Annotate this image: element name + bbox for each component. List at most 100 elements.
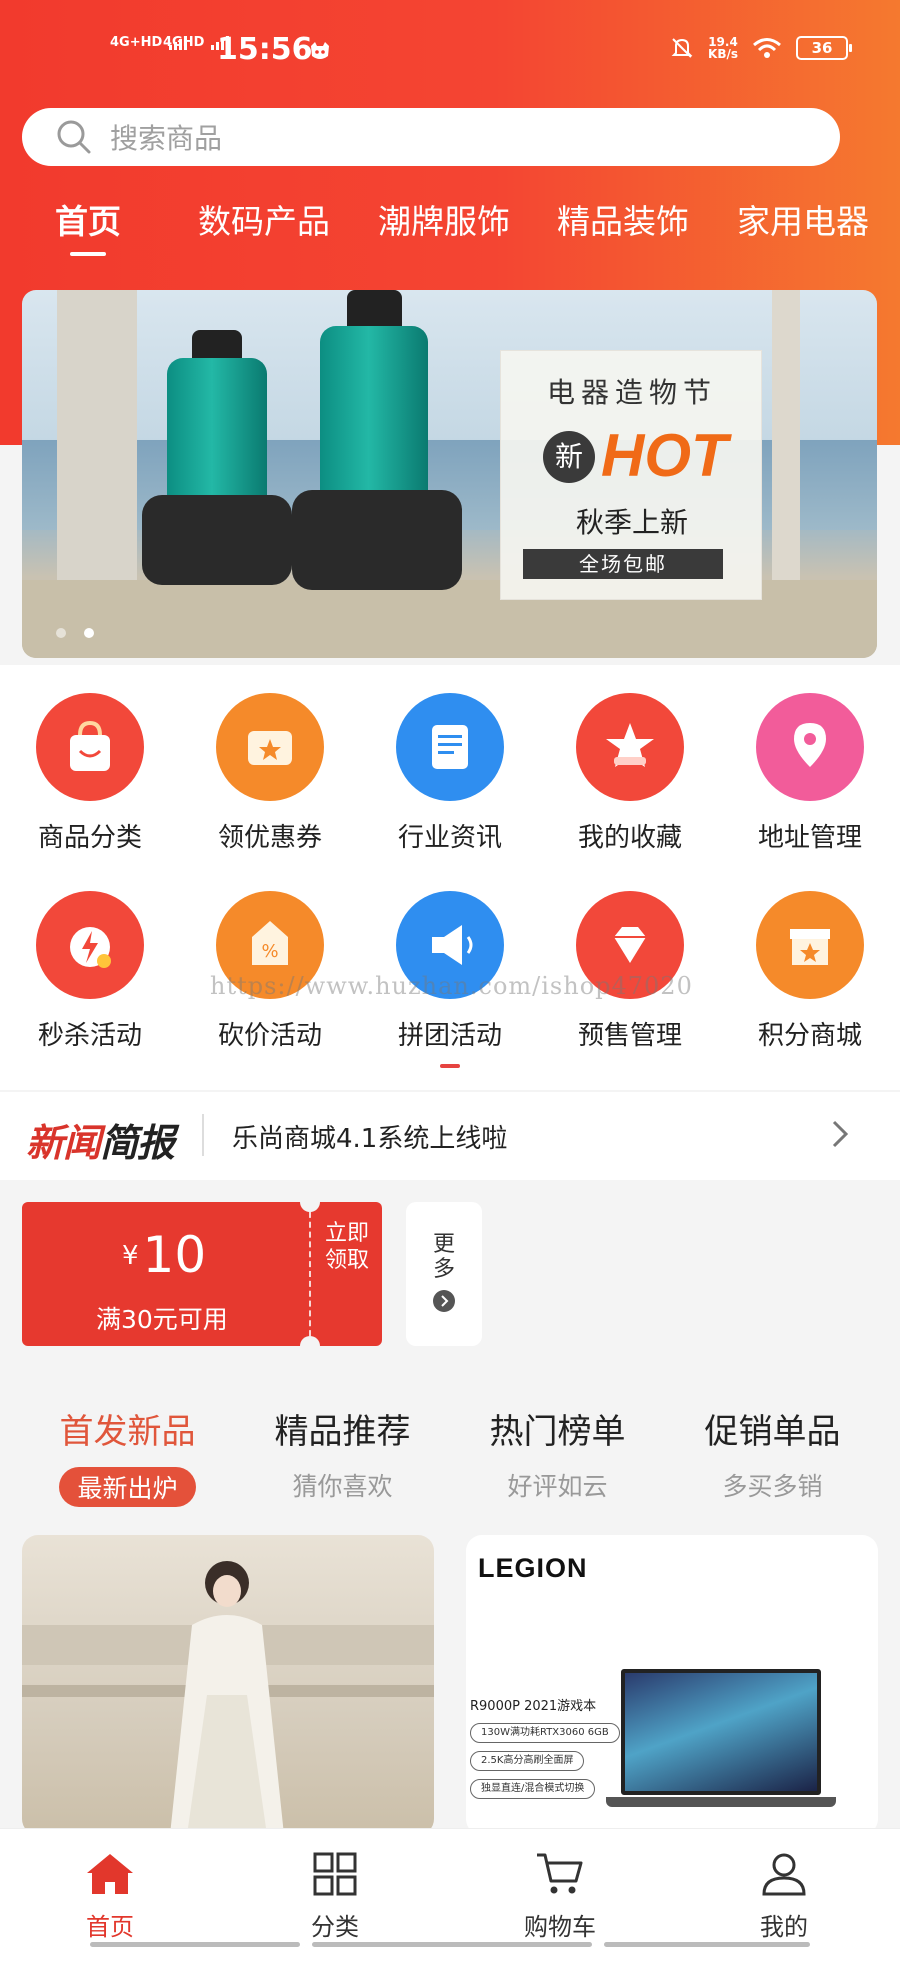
claim-button[interactable]: 立即领取: [322, 1220, 372, 1274]
signal-1-label: 4G+HD: [110, 35, 163, 50]
grid-item-news[interactable]: 行业资讯: [360, 693, 540, 854]
tab-digital-label: 数码产品: [198, 202, 330, 241]
clock: 15:56: [217, 32, 313, 67]
coupon-icon: [216, 693, 324, 801]
tab-home[interactable]: 首页: [55, 195, 121, 256]
banner-free-shipping: 全场包邮: [523, 549, 723, 579]
section-tab-subtitle: 猜你喜欢: [292, 1472, 393, 1501]
active-marker: [440, 1064, 460, 1068]
tab-digital[interactable]: 数码产品: [198, 195, 330, 243]
svg-text:%: %: [261, 941, 278, 962]
home-icon: [87, 1854, 133, 1894]
grid-item-points-mall[interactable]: 积分商城: [720, 891, 900, 1052]
promo-banner[interactable]: 电器造物节 新 HOT 秋季上新 全场包邮: [22, 290, 877, 658]
grid-item-address[interactable]: 地址管理: [720, 693, 900, 854]
feature-grid: 商品分类 领优惠券 行业资讯 我的收藏 地址管理 秒杀活动 % 砍价活动 拼团活…: [0, 665, 900, 1090]
laptop-base: [606, 1797, 836, 1807]
tab-decor[interactable]: 精品装饰: [557, 195, 689, 243]
grid-item-flash-sale[interactable]: 秒杀活动: [0, 891, 180, 1052]
search-bar[interactable]: 搜索商品: [22, 108, 840, 166]
grid-label: 砍价活动: [217, 1021, 322, 1051]
nav-category[interactable]: 分类: [275, 1851, 395, 1942]
cart-icon: [537, 1853, 583, 1894]
nav-label: 分类: [311, 1913, 359, 1941]
coupon-notch: [300, 1336, 320, 1356]
network-speed-unit: KB/s: [708, 47, 738, 61]
pagination-dot-active[interactable]: [84, 628, 94, 638]
grid-label: 我的收藏: [577, 823, 682, 853]
grid-label: 秒杀活动: [37, 1021, 142, 1051]
banner-pagination: [56, 628, 94, 638]
product-feature: 130W满功耗RTX3060 6GB: [470, 1723, 620, 1743]
grid-label: 商品分类: [37, 823, 142, 853]
news-logo: 新闻简报: [26, 1112, 175, 1167]
product-image-hanfu: [22, 1561, 434, 1835]
news-logo-red: 新闻: [26, 1121, 101, 1165]
coupon-divider: [309, 1202, 311, 1346]
more-label: 更多: [432, 1232, 455, 1282]
pagination-dot[interactable]: [56, 628, 66, 638]
news-logo-black: 简报: [100, 1121, 175, 1165]
section-tab-title: 热门榜单: [489, 1412, 626, 1452]
banner-title: 电器造物节: [546, 376, 717, 409]
product-card[interactable]: LEGION R9000P 2021游戏本 130W满功耗RTX3060 6GB…: [466, 1535, 878, 1835]
banner-promo-panel: 电器造物节 新 HOT 秋季上新 全场包邮: [500, 350, 762, 600]
grid-label: 地址管理: [757, 823, 862, 853]
nav-label: 首页: [86, 1913, 134, 1941]
mute-bell-icon: [671, 38, 693, 58]
tab-appliances-label: 家用电器: [737, 202, 869, 241]
laptop-image: [621, 1669, 821, 1795]
banner-pillar: [57, 290, 137, 590]
section-tab-new[interactable]: 首发新品 最新出炉: [20, 1404, 235, 1507]
battery-icon: 36: [796, 36, 852, 60]
tab-active-indicator: [70, 252, 106, 256]
section-tab-subtitle: 最新出炉: [59, 1467, 196, 1507]
section-tab-promo[interactable]: 促销单品 多买多销: [665, 1404, 880, 1503]
coupon-amount: ¥10: [122, 1226, 206, 1284]
banner-new-badge: 新: [543, 431, 595, 483]
grid-icon: [313, 1852, 357, 1896]
section-tab-recommended[interactable]: 精品推荐 猜你喜欢: [235, 1404, 450, 1503]
nav-cart[interactable]: 购物车: [500, 1851, 620, 1942]
coupon-card[interactable]: ¥10 满30元可用 立即领取: [22, 1192, 382, 1356]
network-speed: 19.4 KB/s: [708, 36, 738, 60]
signal-2-label: 4GHD: [163, 35, 205, 50]
tab-appliances[interactable]: 家用电器: [737, 195, 869, 243]
chevron-right-icon[interactable]: [828, 1116, 852, 1152]
product-card[interactable]: [22, 1535, 434, 1835]
grid-label: 积分商城: [757, 1021, 862, 1051]
section-tab-hot[interactable]: 热门榜单 好评如云: [450, 1404, 665, 1503]
section-tab-subtitle: 多买多销: [722, 1472, 823, 1501]
tab-fashion-label: 潮牌服饰: [378, 202, 510, 241]
grid-item-categories[interactable]: 商品分类: [0, 693, 180, 854]
category-tabs: 首页 数码产品 潮牌服饰 精品装饰 家用电器: [0, 195, 900, 265]
coupon-value: 10: [142, 1226, 207, 1284]
status-right: 19.4 KB/s 36: [670, 36, 852, 60]
store-icon: [756, 891, 864, 999]
coupon-notch: [300, 1192, 320, 1212]
flash-sale-icon: [36, 891, 144, 999]
grid-label: 拼团活动: [397, 1021, 502, 1051]
shopping-bag-icon: [36, 693, 144, 801]
more-coupons-button[interactable]: 更多: [406, 1202, 482, 1346]
nav-home[interactable]: 首页: [50, 1851, 170, 1942]
watermark: https://www.huzhan.com/ishop47020: [210, 972, 693, 1000]
banner-subtitle: 秋季上新: [575, 506, 688, 539]
grid-item-coupons[interactable]: 领优惠券: [180, 693, 360, 854]
tab-decor-label: 精品装饰: [557, 202, 689, 241]
chevron-right-icon: [433, 1290, 455, 1312]
news-ticker[interactable]: 新闻简报 乐尚商城4.1系统上线啦: [0, 1092, 900, 1180]
currency-symbol: ¥: [122, 1241, 139, 1271]
grid-item-favorites[interactable]: 我的收藏: [540, 693, 720, 854]
grid-label: 领优惠券: [217, 823, 322, 853]
nav-label: 我的: [760, 1913, 808, 1941]
product-brand: LEGION: [478, 1553, 588, 1583]
tab-home-label: 首页: [55, 202, 121, 241]
section-tabs: 首发新品 最新出炉 精品推荐 猜你喜欢 热门榜单 好评如云 促销单品 多买多销: [0, 1404, 900, 1507]
search-placeholder: 搜索商品: [110, 122, 223, 155]
coupon-condition: 满30元可用: [96, 1305, 228, 1334]
tab-fashion[interactable]: 潮牌服饰: [378, 195, 510, 243]
favorites-icon: [576, 693, 684, 801]
news-text: 乐尚商城4.1系统上线啦: [232, 1124, 508, 1154]
nav-profile[interactable]: 我的: [724, 1851, 844, 1942]
